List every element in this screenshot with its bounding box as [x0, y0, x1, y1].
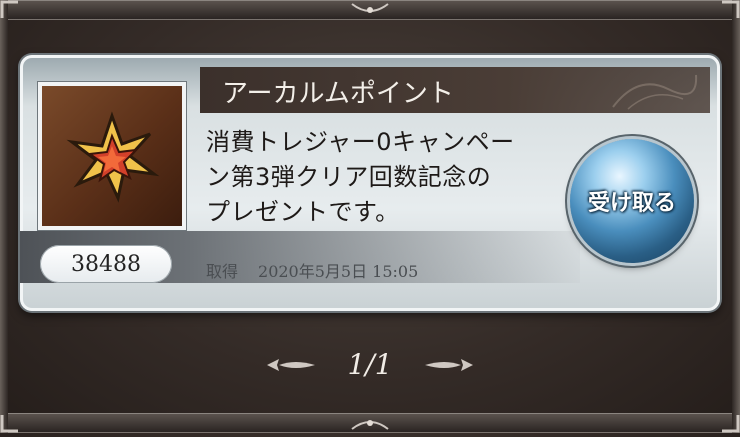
message-line: プレゼントです。: [206, 198, 400, 226]
top-ornament-icon: [350, 0, 390, 20]
next-page-arrow-icon[interactable]: [423, 357, 475, 373]
page-indicator: 1/1: [347, 348, 393, 381]
arcarum-star-icon: [38, 82, 186, 230]
acquired-label: 取得: [206, 262, 239, 281]
pagination: 1/1: [0, 348, 740, 381]
prev-page-arrow-icon[interactable]: [265, 357, 317, 373]
reward-card: アーカルムポイント 消費トレジャー0キャンペー ン第3弾クリア回数記念の プレゼ…: [20, 55, 720, 311]
reward-title: アーカルムポイント: [222, 79, 454, 109]
header-flourish-icon: [612, 74, 698, 110]
message-line: ン第3弾クリア回数記念の: [206, 163, 492, 191]
reward-count: 38488: [40, 245, 172, 283]
message-line: 消費トレジャー0キャンペー: [206, 128, 515, 156]
bottom-ornament-icon: [350, 413, 390, 433]
corner-ornament-icon: [0, 413, 20, 433]
corner-ornament-icon: [720, 0, 740, 20]
reward-message: 消費トレジャー0キャンペー ン第3弾クリア回数記念の プレゼントです。: [206, 125, 576, 230]
reward-header: アーカルムポイント: [200, 67, 710, 113]
acquired-date: 2020年5月5日 15:05: [258, 262, 419, 281]
acquired-info: 取得 2020年5月5日 15:05: [206, 258, 418, 282]
receive-button[interactable]: 受け取る: [570, 139, 694, 263]
corner-ornament-icon: [720, 413, 740, 433]
corner-ornament-icon: [0, 0, 20, 20]
receive-button-label: 受け取る: [587, 191, 676, 216]
